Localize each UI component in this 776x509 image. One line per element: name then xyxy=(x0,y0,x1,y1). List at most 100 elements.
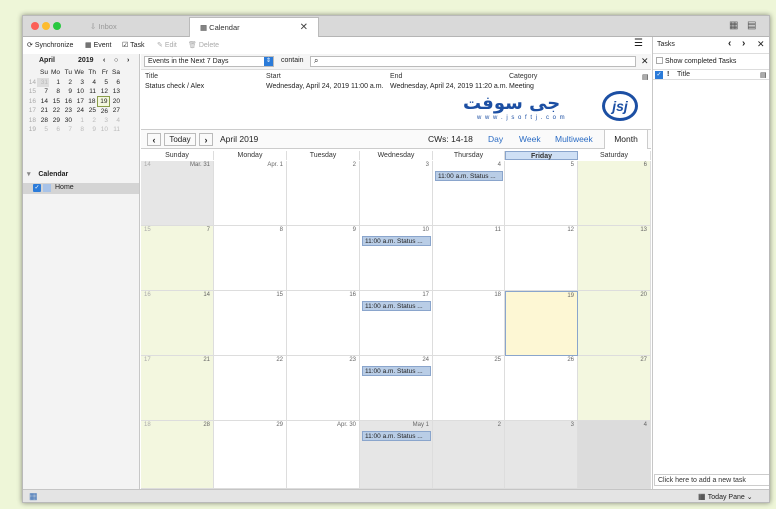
minimonth-day[interactable]: 15 xyxy=(49,97,61,107)
day-cell-today[interactable]: 19 xyxy=(505,291,578,356)
column-picker-icon[interactable]: ▤ xyxy=(760,71,767,79)
event-item[interactable]: 11:00 a.m. Status ... xyxy=(362,431,431,441)
minimonth-day[interactable]: 27 xyxy=(109,106,121,116)
today-pane-button[interactable]: ▦ Today Pane ⌄ xyxy=(698,492,753,501)
minimonth-day[interactable]: 17 xyxy=(73,97,85,107)
minimonth-day[interactable]: 1 xyxy=(73,116,85,126)
minimonth-day[interactable]: 11 xyxy=(109,125,121,135)
minimonth-day[interactable]: 31 xyxy=(37,77,49,87)
day-cell[interactable]: 15 xyxy=(214,291,287,356)
minimonth-day[interactable]: 16 xyxy=(61,97,73,107)
minimonth-day[interactable]: 10 xyxy=(97,125,109,135)
minimonth-day[interactable]: 2 xyxy=(85,116,97,126)
close-window-button[interactable] xyxy=(31,22,39,30)
next-month-icon[interactable]: › xyxy=(127,57,129,64)
day-cell[interactable]: 27 xyxy=(578,356,651,421)
minimonth-day[interactable]: 13 xyxy=(109,87,121,97)
minimonth-day[interactable]: 12 xyxy=(97,87,109,97)
day-cell[interactable]: 17 11:00 a.m. Status ... xyxy=(360,291,433,356)
day-cell[interactable]: 3 xyxy=(505,421,578,489)
day-cell[interactable]: 16 xyxy=(287,291,360,356)
view-multiweek[interactable]: Multiweek xyxy=(555,134,593,144)
new-task-input[interactable]: Click here to add a new task xyxy=(654,474,769,486)
minimonth-day[interactable]: 6 xyxy=(49,125,61,135)
show-completed-checkbox[interactable]: Show completed Tasks xyxy=(656,57,736,65)
minimonth-day[interactable]: 14 xyxy=(37,97,49,107)
status-icon[interactable]: ▦ xyxy=(29,491,38,502)
calendar-list-header[interactable]: ▾ Calendar xyxy=(27,170,68,178)
day-cell[interactable]: May 1 11:00 a.m. Status ... xyxy=(360,421,433,489)
minimonth-day[interactable]: 8 xyxy=(49,87,61,97)
minimonth-day[interactable]: 10 xyxy=(73,87,85,97)
day-cell[interactable]: 17 21 xyxy=(141,356,214,421)
day-cell[interactable]: 2 xyxy=(433,421,505,489)
day-cell[interactable]: 11 xyxy=(433,226,505,291)
day-cell[interactable]: 25 xyxy=(433,356,505,421)
minimonth-day[interactable]: 21 xyxy=(37,106,49,116)
minimize-window-button[interactable] xyxy=(42,22,50,30)
day-cell[interactable]: 12 xyxy=(505,226,578,291)
minimonth-year[interactable]: 2019 xyxy=(78,57,94,64)
day-cell[interactable]: 3 xyxy=(360,161,433,226)
minimonth-day[interactable]: 8 xyxy=(73,125,85,135)
tasks-prev-icon[interactable]: ‹ xyxy=(728,38,731,49)
day-cell[interactable]: 4 xyxy=(578,421,651,489)
minimonth-month[interactable]: April xyxy=(39,57,55,64)
tab-inbox[interactable]: ⇩ Inbox xyxy=(78,17,188,37)
day-cell[interactable]: Apr. 30 xyxy=(287,421,360,489)
minimonth-day[interactable]: 24 xyxy=(73,106,85,116)
edit-button[interactable]: ✎ Edit xyxy=(157,41,177,49)
new-event-button[interactable]: ▦ Event xyxy=(85,41,111,49)
day-cell[interactable]: Apr. 1 xyxy=(214,161,287,226)
minimonth-day[interactable]: 4 xyxy=(85,78,97,88)
view-day[interactable]: Day xyxy=(488,134,503,144)
calendar-item-home[interactable]: ✓ Home xyxy=(23,183,139,194)
day-cell[interactable]: 16 14 xyxy=(141,291,214,356)
tasks-next-icon[interactable]: › xyxy=(742,38,745,49)
search-input[interactable]: ⌕ xyxy=(310,56,636,67)
checkbox-checked-icon[interactable]: ✓ xyxy=(33,184,41,192)
close-tab-icon[interactable]: ✕ xyxy=(300,18,308,38)
day-cell[interactable]: 18 xyxy=(433,291,505,356)
today-button[interactable]: Today xyxy=(164,133,196,146)
minimonth-day[interactable]: 26 xyxy=(97,106,109,116)
minimonth-day[interactable]: 20 xyxy=(109,97,121,107)
day-cell[interactable]: 26 xyxy=(505,356,578,421)
minimonth-day[interactable]: 22 xyxy=(49,106,61,116)
day-cell[interactable]: 6 xyxy=(578,161,651,226)
minimonth-day[interactable]: 11 xyxy=(85,87,97,97)
minimonth-day-today[interactable]: 19 xyxy=(96,96,110,107)
minimonth-day[interactable]: 23 xyxy=(61,106,73,116)
day-cell[interactable]: 18 28 xyxy=(141,421,214,489)
new-task-button[interactable]: ☑ Task xyxy=(122,41,145,49)
minimonth-day[interactable]: 28 xyxy=(37,116,49,126)
minimonth-day[interactable]: 5 xyxy=(97,78,109,88)
event-list-row[interactable]: Status check / Alex Wednesday, April 24,… xyxy=(141,71,651,93)
minimonth-day[interactable]: 3 xyxy=(97,116,109,126)
event-item[interactable]: 11:00 a.m. Status ... xyxy=(362,236,431,246)
minimonth-day[interactable]: 1 xyxy=(49,78,61,88)
day-cell[interactable]: 8 xyxy=(214,226,287,291)
minimonth-day[interactable]: 6 xyxy=(109,78,121,88)
minimonth-day[interactable]: 9 xyxy=(61,87,73,97)
tab-calendar[interactable]: ▦ Calendar ✕ xyxy=(189,17,319,37)
minimonth-day[interactable]: 4 xyxy=(109,116,121,126)
event-item[interactable]: 11:00 a.m. Status ... xyxy=(362,301,431,311)
zoom-window-button[interactable] xyxy=(53,22,61,30)
minimonth-day[interactable]: 18 xyxy=(85,97,97,107)
day-cell[interactable]: 15 7 xyxy=(141,226,214,291)
day-cell[interactable]: 10 11:00 a.m. Status ... xyxy=(360,226,433,291)
previous-icon[interactable]: ‹ xyxy=(147,133,161,146)
filter-select[interactable]: Events in the Next 7 Days ⇕ xyxy=(144,56,274,67)
day-cell[interactable]: 2 xyxy=(287,161,360,226)
delete-button[interactable]: 🗑 Delete xyxy=(188,41,219,49)
event-item[interactable]: 11:00 a.m. Status ... xyxy=(435,171,503,181)
minimonth-day[interactable]: 29 xyxy=(49,116,61,126)
minimonth-day[interactable]: 9 xyxy=(85,125,97,135)
view-week[interactable]: Week xyxy=(519,134,541,144)
day-cell[interactable]: 23 xyxy=(287,356,360,421)
day-cell[interactable]: 20 xyxy=(578,291,651,356)
tasks-tab-icon[interactable]: ▤ xyxy=(747,20,756,31)
minimonth-day[interactable]: 3 xyxy=(73,78,85,88)
menu-icon[interactable]: ☰ xyxy=(634,38,643,49)
